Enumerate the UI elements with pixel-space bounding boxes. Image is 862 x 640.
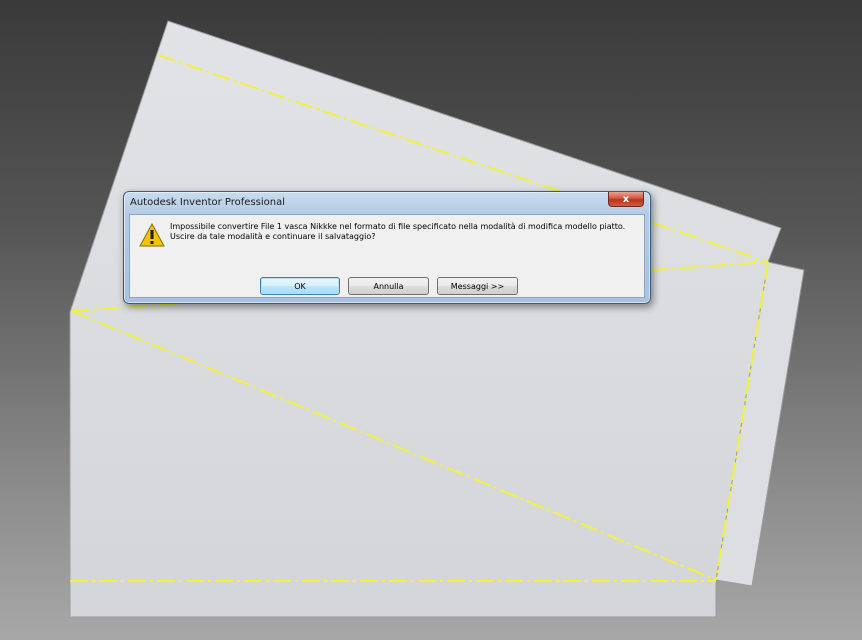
cancel-button[interactable]: Annulla (348, 277, 429, 295)
close-button[interactable]: x (608, 192, 644, 207)
close-icon: x (622, 193, 630, 205)
dialog-titlebar[interactable]: Autodesk Inventor Professional x (124, 192, 650, 214)
warning-icon (139, 223, 165, 247)
flat-pattern-graphics (69, 20, 805, 618)
dialog-title: Autodesk Inventor Professional (130, 197, 286, 208)
ok-button[interactable]: OK (260, 277, 340, 295)
dialog-body: Impossibile convertire File 1 vasca Nikk… (129, 214, 645, 298)
model-viewport[interactable] (0, 0, 862, 640)
save-warning-dialog: Autodesk Inventor Professional x Impossi… (123, 191, 651, 304)
dialog-message: Impossibile convertire File 1 vasca Nikk… (170, 222, 626, 241)
messages-button[interactable]: Messaggi >> (437, 277, 518, 295)
flat-sheet-main (69, 20, 782, 618)
